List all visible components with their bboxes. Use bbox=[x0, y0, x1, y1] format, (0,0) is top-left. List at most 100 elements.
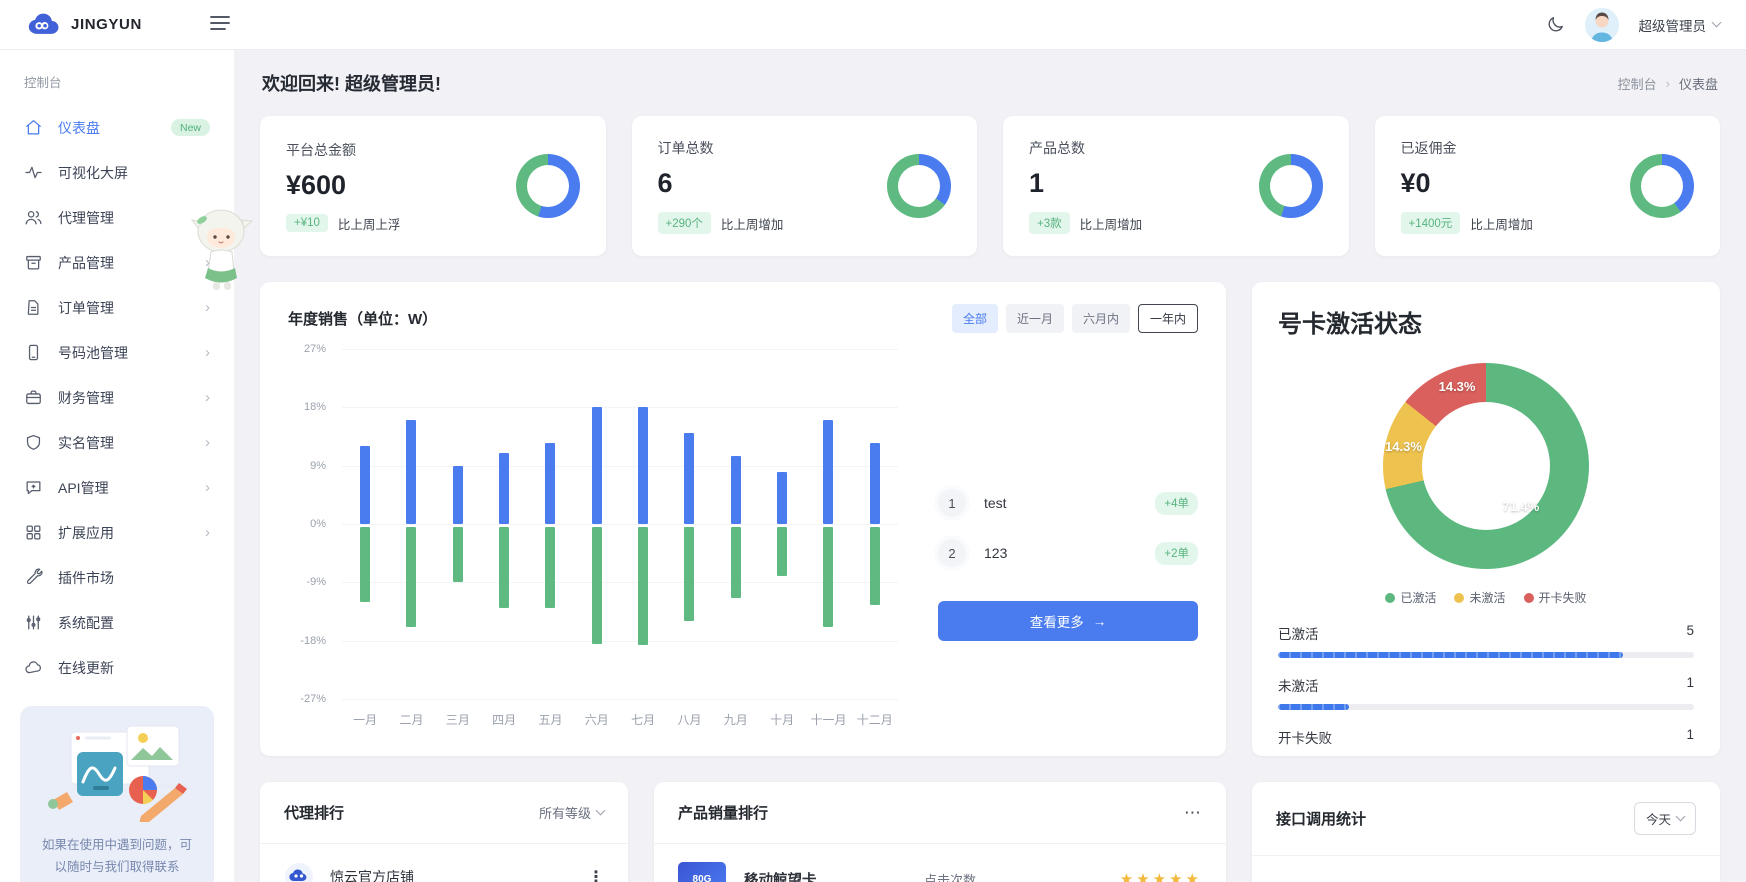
sales-rank-row[interactable]: 1 test +4单 bbox=[938, 489, 1198, 517]
bar-column-6[interactable] bbox=[620, 349, 666, 699]
sales-range-tab-0[interactable]: 全部 bbox=[952, 304, 998, 333]
sidebar-item-extensions[interactable]: 扩展应用 › bbox=[18, 510, 216, 555]
breadcrumb-item[interactable]: 控制台 bbox=[1618, 74, 1657, 93]
stat-note: 比上周增加 bbox=[1080, 214, 1143, 233]
sales-range-tabs: 全部 近一月 六月内 一年内 bbox=[952, 304, 1198, 333]
x-tick-label: 十二月 bbox=[852, 711, 898, 728]
activation-title: 号卡激活状态 bbox=[1278, 304, 1694, 339]
bar-column-3[interactable] bbox=[481, 349, 527, 699]
x-tick-label: 六月 bbox=[574, 711, 620, 728]
bar-column-5[interactable] bbox=[574, 349, 620, 699]
bar-column-2[interactable] bbox=[435, 349, 481, 699]
avatar[interactable] bbox=[1585, 8, 1619, 42]
brand-logo[interactable]: JINGYUN bbox=[26, 12, 194, 37]
topbar: JINGYUN 超级管理员 bbox=[0, 0, 1746, 50]
bar-column-8[interactable] bbox=[713, 349, 759, 699]
card-activation-status: 号卡激活状态 71.4% 14.3% 14.3% 已激活 未激活 开卡失败 已激… bbox=[1252, 282, 1720, 756]
chevron-right-icon: › bbox=[205, 435, 210, 450]
sidebar-item-finance[interactable]: 财务管理 › bbox=[18, 375, 216, 420]
pulse-icon bbox=[24, 163, 44, 183]
x-tick-label: 八月 bbox=[666, 711, 712, 728]
product-thumbnail: 80G bbox=[678, 862, 726, 882]
sidebar-item-online-update[interactable]: 在线更新 bbox=[18, 645, 216, 690]
sidebar-item-dashboard[interactable]: 仪表盘 New bbox=[18, 105, 216, 150]
view-more-button[interactable]: 查看更多 → bbox=[938, 601, 1198, 641]
sidebar-item-plugin-market[interactable]: 插件市场 bbox=[18, 555, 216, 600]
period-select[interactable]: 今天 bbox=[1634, 802, 1696, 835]
api-stats-title: 接口调用统计 bbox=[1276, 808, 1366, 829]
breadcrumb-item[interactable]: 仪表盘 bbox=[1679, 74, 1718, 93]
phone-icon bbox=[24, 343, 44, 363]
y-axis: 27%18%9%0%-9%-18%-27% bbox=[288, 349, 328, 699]
x-tick-label: 四月 bbox=[481, 711, 527, 728]
user-menu[interactable]: 超级管理员 bbox=[1639, 15, 1721, 35]
sales-chart-title: 年度销售（单位：W） bbox=[288, 308, 437, 329]
card-product-ranking: 产品销量排行 ⋯ 80G 移动鲸望卡 点击次数 ★★★★★ bbox=[654, 782, 1226, 882]
bar-column-0[interactable] bbox=[342, 349, 388, 699]
product-metric-label: 点击次数 bbox=[924, 870, 1120, 882]
agent-row[interactable]: 惊云官方店铺 ⋮ bbox=[260, 844, 628, 882]
rank-badge: +2单 bbox=[1155, 542, 1198, 565]
agent-store-name: 惊云官方店铺 bbox=[330, 867, 588, 882]
sidebar-item-api-mgmt[interactable]: API管理 › bbox=[18, 465, 216, 510]
x-tick-label: 一月 bbox=[342, 711, 388, 728]
sales-rank-row[interactable]: 2 123 +2单 bbox=[938, 539, 1198, 567]
x-tick-label: 三月 bbox=[435, 711, 481, 728]
stat-title: 产品总数 bbox=[1029, 138, 1142, 158]
shield-icon bbox=[24, 433, 44, 453]
chat-icon bbox=[24, 478, 44, 498]
legend-item[interactable]: 开卡失败 bbox=[1524, 589, 1587, 606]
chevron-down-icon bbox=[596, 806, 606, 816]
legend-item[interactable]: 已激活 bbox=[1385, 589, 1436, 606]
more-menu-icon[interactable]: ⋯ bbox=[1184, 804, 1202, 821]
y-tick-label: -27% bbox=[300, 693, 326, 705]
sidebar-item-number-pool[interactable]: 号码池管理 › bbox=[18, 330, 216, 375]
product-row[interactable]: 80G 移动鲸望卡 点击次数 ★★★★★ bbox=[654, 844, 1226, 882]
rank-number: 1 bbox=[938, 489, 966, 517]
bar-column-4[interactable] bbox=[527, 349, 573, 699]
page-title: 欢迎回来! 超级管理员! bbox=[262, 70, 441, 96]
donut-slice-label: 71.4% bbox=[1502, 499, 1539, 514]
donut-slice-label: 14.3% bbox=[1439, 379, 1476, 394]
activation-progress-row: 已激活 5 bbox=[1278, 623, 1694, 658]
hamburger-icon bbox=[210, 15, 230, 31]
stat-card-1: 订单总数 6 +290个 比上周增加 bbox=[632, 116, 978, 256]
bar-column-10[interactable] bbox=[805, 349, 851, 699]
annual-sales-card: 年度销售（单位：W） 全部 近一月 六月内 一年内 27%18%9%0%-9%-… bbox=[260, 282, 1226, 756]
chevron-down-icon bbox=[1712, 18, 1722, 28]
delta-badge: +3款 bbox=[1029, 212, 1070, 234]
arrow-right-icon: → bbox=[1093, 614, 1107, 629]
bar-column-7[interactable] bbox=[666, 349, 712, 699]
sidebar-item-realname[interactable]: 实名管理 › bbox=[18, 420, 216, 465]
progress-label: 已激活 bbox=[1278, 623, 1319, 643]
sidebar-item-visual-screen[interactable]: 可视化大屏 bbox=[18, 150, 216, 195]
help-text: 如果在使用中遇到问题，可以随时与我们取得联系 bbox=[38, 835, 196, 879]
progress-label: 开卡失败 bbox=[1278, 727, 1332, 747]
sales-range-tab-2[interactable]: 六月内 bbox=[1072, 304, 1130, 333]
dark-mode-toggle[interactable] bbox=[1546, 15, 1565, 34]
level-filter-dropdown[interactable]: 所有等级 bbox=[539, 803, 604, 822]
bar-column-1[interactable] bbox=[388, 349, 434, 699]
row-menu-icon[interactable]: ⋮ bbox=[588, 867, 604, 882]
x-axis: 一月二月三月四月五月六月七月八月九月十月十一月十二月 bbox=[342, 711, 898, 728]
agent-store-logo bbox=[284, 862, 314, 882]
avatar-image bbox=[1585, 8, 1619, 42]
stat-donut-chart bbox=[887, 154, 951, 218]
brand-name: JINGYUN bbox=[71, 16, 142, 33]
stat-donut-chart bbox=[1630, 154, 1694, 218]
menu-toggle-button[interactable] bbox=[206, 11, 234, 38]
stat-note: 比上周增加 bbox=[721, 214, 784, 233]
card-api-statistics: 接口调用统计 今天 bbox=[1252, 782, 1720, 882]
main-content: 欢迎回来! 超级管理员! 控制台 › 仪表盘 平台总金额 ¥600 +¥10 比… bbox=[234, 50, 1746, 882]
home-icon bbox=[24, 118, 44, 138]
bar-column-11[interactable] bbox=[852, 349, 898, 699]
sidebar-item-system-config[interactable]: 系统配置 bbox=[18, 600, 216, 645]
bar-column-9[interactable] bbox=[759, 349, 805, 699]
sales-range-tab-1[interactable]: 近一月 bbox=[1006, 304, 1064, 333]
stat-note: 比上周增加 bbox=[1470, 214, 1533, 233]
legend-item[interactable]: 未激活 bbox=[1454, 589, 1505, 606]
sales-range-tab-3[interactable]: 一年内 bbox=[1138, 304, 1198, 333]
x-tick-label: 五月 bbox=[527, 711, 573, 728]
progress-label: 未激活 bbox=[1278, 675, 1319, 695]
x-tick-label: 九月 bbox=[713, 711, 759, 728]
